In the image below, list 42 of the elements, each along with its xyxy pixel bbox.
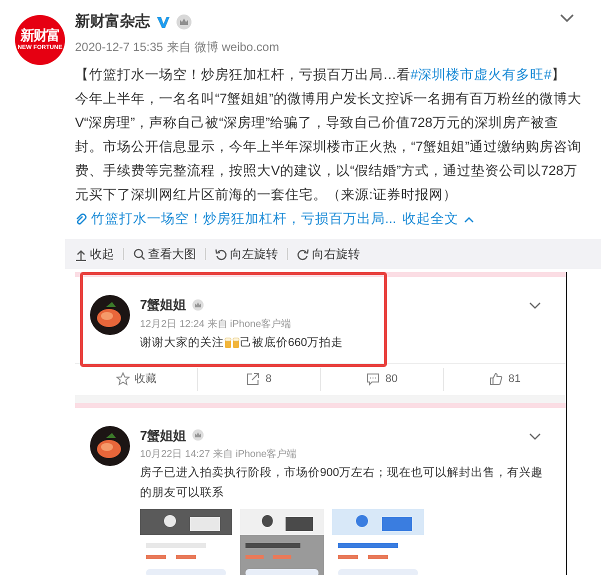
action-button[interactable]: 收藏 bbox=[75, 368, 197, 390]
search-icon bbox=[133, 248, 145, 260]
post-source: 来自 微博 weibo.com bbox=[167, 39, 280, 56]
crown-icon bbox=[176, 14, 192, 30]
upload-arrow-icon bbox=[75, 248, 87, 260]
article-link[interactable]: 竹篮打水一场空！炒房狂加杠杆，亏损百万出局... bbox=[75, 207, 396, 231]
logo-text: 新财富 bbox=[20, 29, 60, 43]
post-text: 谢谢大家的关注 bbox=[140, 335, 224, 350]
toolbar-button[interactable]: 向右旋转 bbox=[297, 248, 360, 260]
chevron-up-icon bbox=[464, 216, 474, 222]
post-time: 10月22日 14:27 来自 iPhone客户端 bbox=[140, 448, 298, 462]
chevron-down-icon[interactable] bbox=[529, 302, 541, 309]
post-time: 12月2日 12:24 来自 iPhone客户端 bbox=[140, 318, 292, 332]
author-name[interactable]: 新财富杂志 bbox=[75, 10, 150, 34]
share-icon bbox=[246, 372, 260, 386]
chevron-down-icon[interactable] bbox=[560, 14, 574, 23]
hashtag-link[interactable]: #深圳楼市虚火有多旺# bbox=[410, 67, 552, 82]
action-button[interactable]: 80 bbox=[320, 368, 443, 390]
action-button[interactable]: 8 bbox=[197, 368, 320, 390]
paperclip-icon bbox=[75, 212, 88, 226]
collapse-link[interactable]: 收起全文 bbox=[402, 207, 474, 231]
rotate-left-icon bbox=[215, 248, 227, 260]
rotate-right-icon bbox=[297, 248, 309, 260]
user-name[interactable]: 7蟹姐姐 bbox=[140, 295, 186, 314]
crown-icon bbox=[192, 429, 204, 442]
beer-mugs-icon bbox=[224, 336, 240, 350]
crown-icon bbox=[192, 298, 204, 311]
toolbar-button[interactable]: 收起 bbox=[75, 248, 114, 260]
toolbar-button[interactable]: 查看大图 bbox=[133, 248, 196, 260]
user-name[interactable]: 7蟹姐姐 bbox=[140, 426, 186, 445]
chevron-down-icon[interactable] bbox=[529, 432, 541, 440]
post-body: 今年上半年，一名名叫“7蟹姐姐”的微博用户发长文控诉一名拥有百万粉丝的微博大V“深房理”，声称自己被“深房理”给骗了，导致自己价值728万元的深圳房产被查封。市场公开信息显示，今年上半年深圳楼市正火热，“7蟹姐姐”通过缴纳购房咨询费、手续费等完整流程，按照大V的建议，以“假结婚”方式，通过垫资公司以728万元买下了深圳网红片区前海的一套住宅。（来源:证券时报网） bbox=[75, 90, 582, 204]
star-icon bbox=[116, 372, 130, 386]
post-text: 己被底价660万拍走 bbox=[240, 335, 344, 350]
comment-icon bbox=[366, 372, 380, 386]
action-button[interactable]: 81 bbox=[443, 368, 566, 390]
post-headline: 【竹篮打水一场空！炒房狂加杠杆，亏损百万出局…看#深圳楼市虚火有多旺#】 bbox=[75, 66, 567, 84]
thumbs-up-icon bbox=[489, 372, 504, 386]
toolbar-button[interactable]: 向左旋转 bbox=[215, 248, 278, 260]
verified-v-icon bbox=[156, 15, 170, 29]
post-text: 房子已进入拍卖执行阶段，市场价900万左右；现在也可以解封出售，有兴趣的朋友可以联系 bbox=[140, 465, 544, 501]
post-time[interactable]: 2020-12-7 15:35 bbox=[75, 38, 164, 56]
